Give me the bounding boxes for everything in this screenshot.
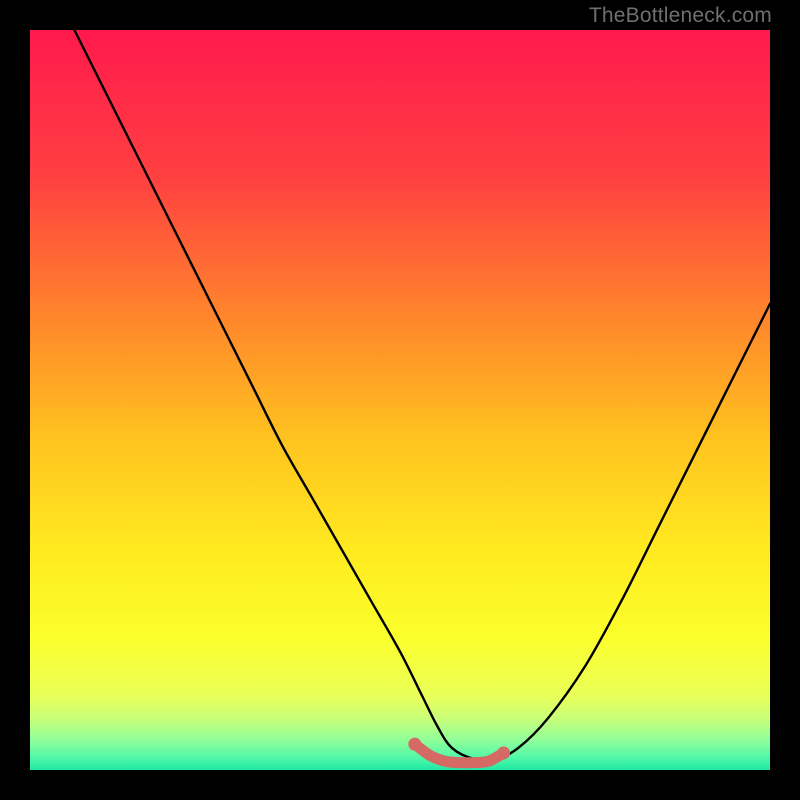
optimal-band-end-right — [497, 746, 510, 759]
chart-stage: TheBottleneck.com — [0, 0, 800, 800]
bottleneck-curve — [74, 30, 770, 760]
watermark-text: TheBottleneck.com — [589, 4, 772, 28]
curves-layer — [30, 30, 770, 770]
optimal-band-end-left — [408, 738, 421, 751]
plot-area — [30, 30, 770, 770]
